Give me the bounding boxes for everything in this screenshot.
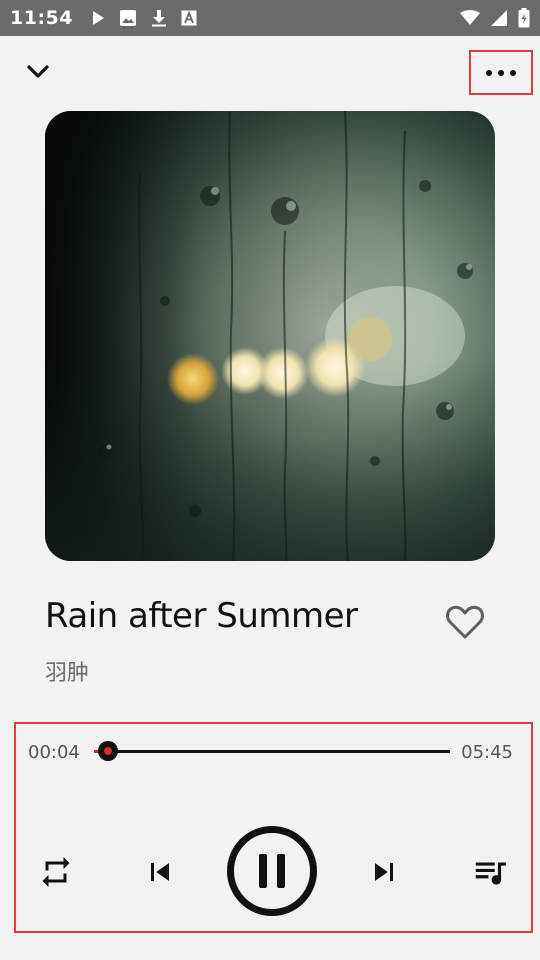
skip-next-icon: [366, 854, 402, 890]
progress-bar[interactable]: [94, 741, 450, 761]
total-time: 05:45: [461, 742, 513, 763]
previous-button[interactable]: [138, 850, 182, 894]
wifi-icon: [460, 10, 480, 26]
repeat-button[interactable]: [34, 850, 78, 894]
play-icon: [91, 10, 105, 26]
notification-icons: [91, 9, 197, 27]
status-time: 11:54: [10, 7, 73, 29]
skip-previous-icon: [142, 854, 178, 890]
status-bar: 11:54: [0, 0, 540, 36]
chevron-down-icon: [26, 64, 50, 80]
pause-icon: [254, 851, 290, 891]
font-icon: [181, 10, 197, 26]
heart-outline-icon: [445, 604, 485, 640]
next-button[interactable]: [362, 850, 406, 894]
current-time: 00:04: [28, 742, 80, 763]
playback-control-panel: 00:04 05:45: [14, 722, 533, 933]
more-horizontal-icon: [486, 69, 516, 76]
collapse-button[interactable]: [20, 54, 56, 90]
progress-thumb[interactable]: [98, 741, 119, 761]
play-pause-button[interactable]: [227, 826, 317, 916]
more-options-button[interactable]: [469, 50, 533, 95]
system-icons: [460, 0, 530, 36]
download-icon: [151, 9, 167, 27]
song-artist: 羽肿: [45, 661, 90, 686]
like-button[interactable]: [444, 602, 486, 642]
signal-icon: [490, 9, 508, 27]
image-icon: [119, 9, 137, 27]
song-title: Rain after Summer: [45, 596, 358, 636]
queue-button[interactable]: [468, 850, 512, 894]
queue-music-icon: [471, 853, 509, 891]
repeat-icon: [38, 854, 74, 890]
album-art: [45, 111, 495, 561]
battery-icon: [518, 8, 530, 28]
